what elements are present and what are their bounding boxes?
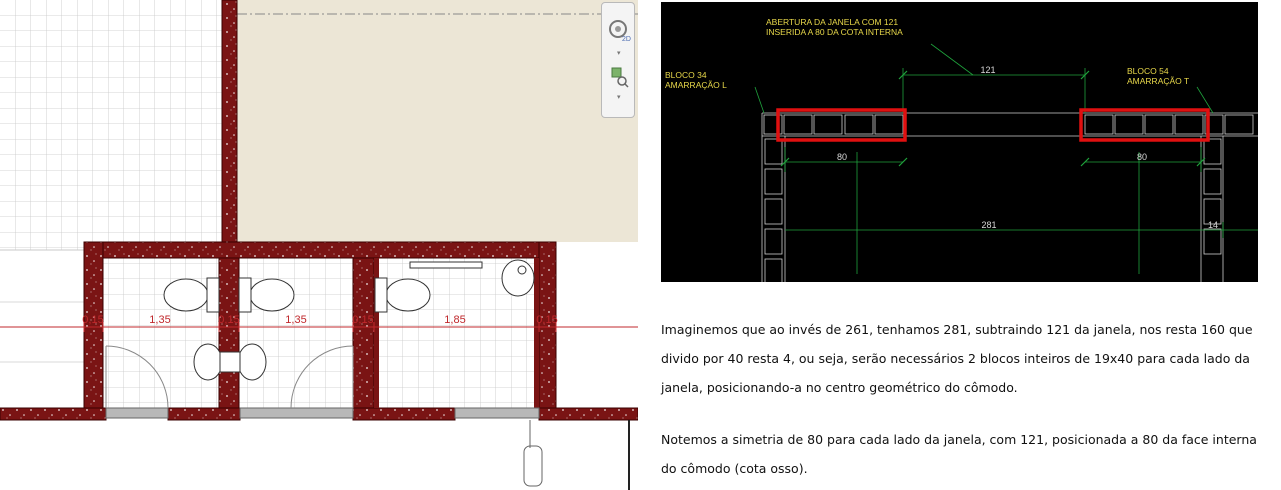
wall-bottom-right bbox=[538, 407, 638, 421]
dim-right-label: 80 bbox=[1137, 152, 1147, 162]
wall-bottom-left bbox=[0, 407, 107, 421]
note-right-line2: AMARRAÇÃO T bbox=[1127, 76, 1189, 86]
wall-partition-2 bbox=[352, 257, 375, 421]
note-left-line1: BLOCO 34 bbox=[665, 70, 707, 80]
wall-right bbox=[538, 241, 557, 421]
note-right-line1: BLOCO 54 bbox=[1127, 66, 1169, 76]
zoom-region-icon bbox=[611, 67, 629, 88]
wall-top bbox=[83, 241, 557, 259]
note-window-line2: INSERIDA A 80 DA COTA INTERNA bbox=[766, 27, 903, 37]
window-sill-1 bbox=[105, 407, 169, 419]
dim-label-1: 0,15 bbox=[82, 314, 103, 326]
toilet-2 bbox=[238, 277, 295, 313]
dim-wall-label: 14 bbox=[1208, 220, 1218, 230]
grab-bar bbox=[409, 261, 483, 269]
window-sill-2 bbox=[239, 407, 354, 419]
dim-label-2: 1,35 bbox=[149, 314, 170, 326]
wall-partition-1 bbox=[218, 257, 240, 421]
exterior-fixture bbox=[523, 420, 543, 487]
wall-left bbox=[83, 241, 104, 421]
exterior-area bbox=[0, 250, 84, 490]
dim-left-label: 80 bbox=[837, 152, 847, 162]
dim-label-6: 1,85 bbox=[444, 314, 465, 326]
wall-bottom-mid-1 bbox=[167, 407, 241, 421]
beige-room-floor bbox=[237, 0, 638, 242]
dim-label-5: 0,15 bbox=[352, 314, 373, 326]
wall-vertical-top bbox=[221, 0, 238, 251]
zoom-button[interactable] bbox=[607, 63, 631, 91]
cad-block-detail: ABERTURA DA JANELA COM 121 INSERIDA A 80… bbox=[661, 2, 1258, 282]
dim-label-4: 1,35 bbox=[285, 314, 306, 326]
chevron-down-icon[interactable]: ▾ bbox=[617, 93, 621, 101]
chevron-down-icon[interactable]: ▾ bbox=[617, 49, 621, 57]
wall-bottom-mid-2 bbox=[352, 407, 456, 421]
symmetry-paragraph: Notemos a simetria de 80 para cada lado … bbox=[661, 432, 1257, 476]
dim-total-label: 281 bbox=[981, 220, 996, 230]
floor-plan-view[interactable]: 0,15 1,35 0,15 1,35 0,15 1,85 0,15 bbox=[0, 0, 638, 490]
dim-window-label: 121 bbox=[980, 65, 995, 75]
tile-floor-left bbox=[0, 0, 222, 250]
steering-wheel-icon: 2D bbox=[609, 20, 631, 43]
note-window-line1: ABERTURA DA JANELA COM 121 bbox=[766, 17, 898, 27]
note-left-line2: AMARRAÇÃO L bbox=[665, 80, 727, 90]
dim-label-3: 0,15 bbox=[218, 314, 239, 326]
toilet-1 bbox=[163, 277, 220, 313]
window-sill-3 bbox=[454, 407, 540, 419]
exterior-area-right bbox=[556, 242, 638, 402]
svg-text:2D: 2D bbox=[622, 36, 631, 43]
dim-label-7: 0,15 bbox=[536, 314, 557, 326]
sink bbox=[501, 259, 535, 297]
steering-wheel-button[interactable]: 2D bbox=[607, 17, 631, 45]
navigation-bar: 2D ▾ ▾ bbox=[601, 2, 635, 118]
explanation-paragraph: Imaginemos que ao invés de 261, tenhamos… bbox=[661, 322, 1253, 395]
wc-floor-2 bbox=[239, 258, 353, 408]
wc-floor-1 bbox=[103, 258, 219, 408]
wall-inner-line-4 bbox=[534, 258, 539, 408]
toilet-3 bbox=[374, 277, 431, 313]
